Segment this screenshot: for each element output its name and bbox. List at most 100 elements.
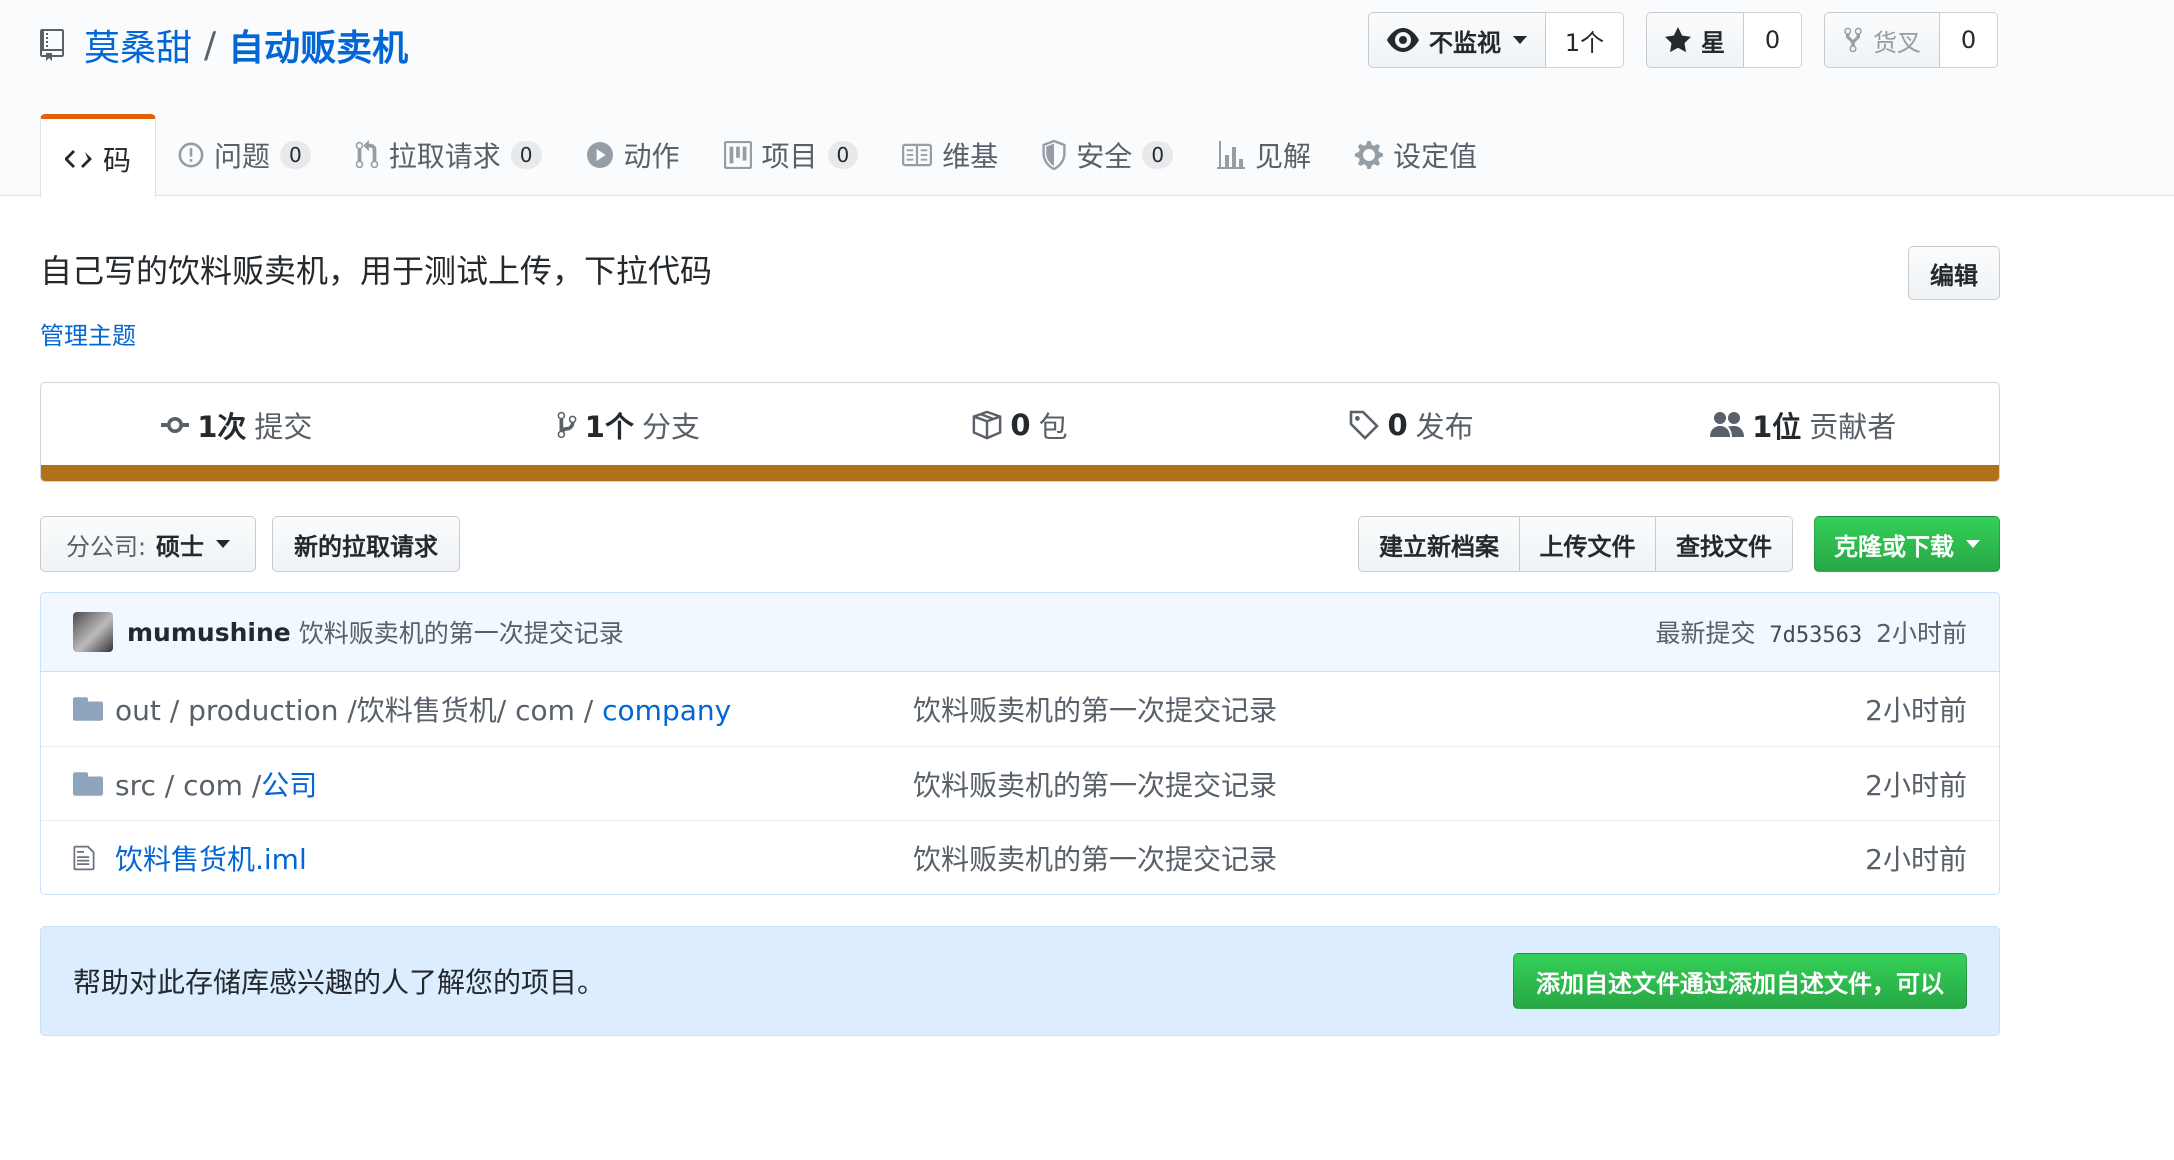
packages-num: 0	[1010, 408, 1031, 442]
releases-num: 0	[1387, 408, 1408, 442]
star-button[interactable]: 星	[1646, 12, 1744, 68]
fork-button[interactable]: 货叉	[1824, 12, 1940, 68]
file-path-link[interactable]: 饮料售货机.iml	[115, 843, 307, 876]
create-new-file-button[interactable]: 建立新档案	[1358, 516, 1520, 572]
avatar[interactable]	[73, 612, 113, 652]
numbers-summary: 1次 提交 1个 分支 0 包 0 发布 1位 贡献者	[40, 382, 2000, 482]
clone-download-button[interactable]: 克隆或下载	[1814, 516, 2000, 572]
shield-icon	[1042, 140, 1066, 170]
commits-label: 提交	[254, 410, 313, 444]
tab-code-label: 码	[103, 143, 132, 177]
commits-num: 1次	[197, 410, 247, 444]
releases-link[interactable]: 0 发布	[1216, 404, 1608, 446]
commit-age: 2小时前	[1876, 619, 1967, 648]
repo-icon	[40, 27, 70, 63]
latest-commit: mumushine 饮料贩卖机的第一次提交记录 最新提交 7d53563 2小时…	[40, 592, 2000, 672]
repo-description: 自己写的饮料贩卖机，用于测试上传，下拉代码	[40, 252, 713, 290]
tab-projects[interactable]: 项目 0	[702, 114, 881, 196]
tab-actions[interactable]: 动作	[564, 114, 702, 196]
tab-wiki-label: 维基	[942, 140, 999, 173]
book-icon	[902, 143, 933, 167]
file-commit-message[interactable]: 饮料贩卖机的第一次提交记录	[913, 838, 1277, 878]
tab-settings[interactable]: 设定值	[1333, 114, 1499, 196]
file-path-link[interactable]: 公司	[261, 769, 317, 802]
edit-button[interactable]: 编辑	[1908, 246, 2000, 300]
file-commit-message[interactable]: 饮料贩卖机的第一次提交记录	[913, 764, 1277, 804]
commit-message-link[interactable]: 饮料贩卖机的第一次提交记录	[299, 614, 624, 650]
chevron-down-icon	[1513, 36, 1527, 44]
file-path[interactable]: 饮料售货机.iml	[115, 838, 307, 878]
commit-author-link[interactable]: mumushine	[127, 618, 291, 647]
chevron-down-icon	[216, 540, 231, 548]
find-file-button[interactable]: 查找文件	[1655, 516, 1793, 572]
list-item: out / production /饮料售货机/ com / company 饮…	[41, 672, 1999, 746]
package-icon	[973, 410, 1002, 440]
upload-files-button[interactable]: 上传文件	[1518, 516, 1657, 572]
tag-icon	[1350, 410, 1380, 440]
fork-group: 货叉 0	[1824, 12, 1998, 68]
watch-button[interactable]: 不监视	[1368, 12, 1546, 68]
file-path[interactable]: out / production /饮料售货机/ com / company	[115, 689, 731, 729]
tab-security-label: 安全	[1076, 140, 1133, 173]
file-path-link[interactable]: company	[602, 694, 731, 727]
commit-icon	[161, 417, 190, 433]
tab-insights-label: 见解	[1255, 140, 1312, 173]
tab-pull-requests-label: 拉取请求	[388, 140, 501, 173]
star-group: 星 0	[1646, 12, 1802, 68]
add-readme-button[interactable]: 添加自述文件通过添加自述文件，可以	[1513, 953, 1967, 1009]
eye-icon	[1387, 28, 1419, 52]
watch-count[interactable]: 1个	[1546, 12, 1624, 68]
repo-title: 莫桑甜 / 自动贩卖机	[40, 20, 408, 70]
tab-actions-label: 动作	[623, 140, 680, 173]
tab-security[interactable]: 安全 0	[1020, 114, 1195, 196]
contributors-num: 1位	[1752, 410, 1802, 444]
file-icon	[73, 844, 103, 872]
new-pull-request-button[interactable]: 新的拉取请求	[272, 516, 460, 572]
readme-prompt-text: 帮助对此存储库感兴趣的人了解您的项目。	[73, 966, 606, 999]
language-bar[interactable]	[41, 465, 1999, 481]
fork-count[interactable]: 0	[1940, 12, 1998, 68]
projects-counter: 0	[827, 141, 859, 169]
branches-link[interactable]: 1个 分支	[433, 404, 825, 446]
latest-commit-label: 最新提交	[1655, 619, 1756, 648]
tab-settings-label: 设定值	[1393, 140, 1478, 173]
project-icon	[723, 141, 752, 169]
pulls-counter: 0	[510, 141, 542, 169]
fork-label: 货叉	[1873, 28, 1921, 57]
packages-label: 包	[1038, 410, 1068, 444]
file-actions: 建立新档案 上传文件 查找文件	[1358, 516, 1793, 572]
branch-label: 分公司:	[65, 532, 147, 561]
pagehead-actions: 不监视 1个 星 0 货叉 0	[1368, 12, 1998, 68]
file-navigation: 分公司: 硕士 新的拉取请求 建立新档案 上传文件 查找文件 克隆或下载	[40, 516, 2000, 572]
repo-nav: 码 问题 0 拉取请求 0 动作 项目 0 维基 安全 0 见解 设定值	[40, 114, 1499, 198]
star-count[interactable]: 0	[1744, 12, 1802, 68]
watch-label: 不监视	[1429, 28, 1501, 57]
repo-owner-link[interactable]: 莫桑甜	[84, 19, 192, 71]
tab-pull-requests[interactable]: 拉取请求 0	[333, 114, 564, 196]
branch-select-button[interactable]: 分公司: 硕士	[40, 516, 256, 572]
tab-wiki[interactable]: 维基	[880, 114, 1020, 196]
tab-insights[interactable]: 见解	[1195, 114, 1333, 196]
commit-meta: 最新提交 7d53563 2小时前	[1655, 614, 1967, 650]
file-commit-message[interactable]: 饮料贩卖机的第一次提交记录	[913, 689, 1277, 729]
list-item: src / com /公司 饮料贩卖机的第一次提交记录 2小时前	[41, 746, 1999, 820]
star-label: 星	[1701, 28, 1725, 57]
commit-sha-link[interactable]: 7d53563	[1769, 623, 1862, 648]
releases-label: 发布	[1415, 410, 1474, 444]
repo-name-link[interactable]: 自动贩卖机	[228, 19, 408, 71]
commits-link[interactable]: 1次 提交	[41, 404, 433, 446]
tab-issues-label: 问题	[214, 140, 271, 173]
clone-label: 克隆或下载	[1834, 532, 1954, 561]
packages-link[interactable]: 0 包	[824, 404, 1216, 446]
list-item: 饮料售货机.iml 饮料贩卖机的第一次提交记录 2小时前	[41, 820, 1999, 894]
contributors-label: 贡献者	[1809, 410, 1897, 444]
file-path[interactable]: src / com /公司	[115, 764, 317, 804]
manage-topics-link[interactable]: 管理主题	[40, 316, 136, 351]
branch-icon	[557, 411, 577, 439]
branches-num: 1个	[584, 410, 634, 444]
contributors-link[interactable]: 1位 贡献者	[1607, 404, 1999, 446]
tab-code[interactable]: 码	[40, 114, 157, 198]
tab-issues[interactable]: 问题 0	[156, 114, 333, 196]
pull-request-icon	[355, 140, 379, 170]
people-icon	[1710, 412, 1745, 437]
